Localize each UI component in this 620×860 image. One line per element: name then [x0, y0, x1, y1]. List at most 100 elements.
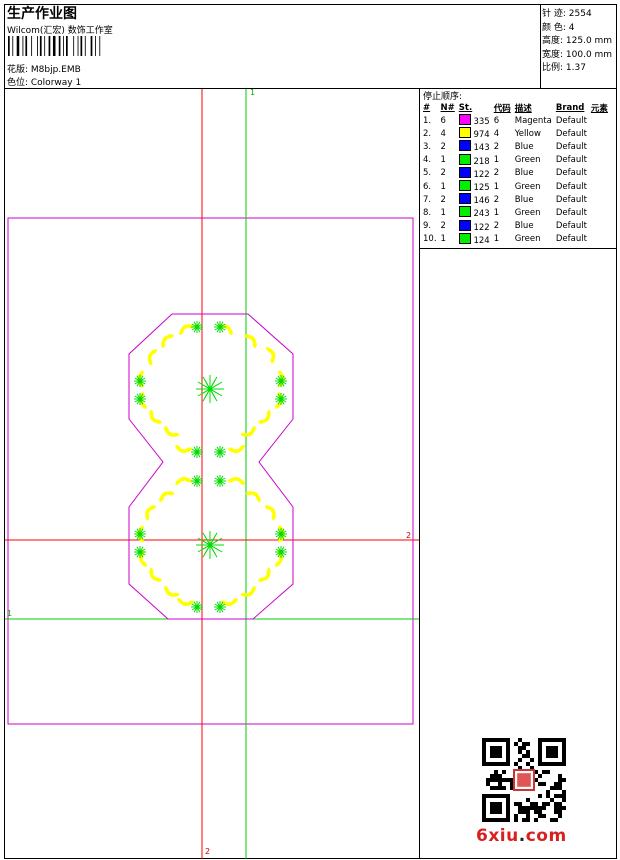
table-cell: 8.: [423, 207, 432, 218]
table-row: 9. 2 122 2 Blue Default: [421, 219, 610, 233]
star-icon: [275, 375, 287, 387]
table-cell: 1: [440, 155, 446, 166]
color-swatch: [458, 232, 471, 244]
stat-label: 颜 色:: [542, 22, 569, 33]
table-cell: Green: [514, 234, 541, 245]
table-cell: Green: [514, 155, 541, 166]
star-icon: [196, 531, 224, 559]
table-cell: 2: [493, 194, 500, 205]
stat-value: 125.0 mm: [565, 36, 613, 46]
stat-value: 100.0 mm: [565, 49, 613, 60]
colorway: 色位: Colorway 1: [7, 78, 82, 88]
table-cell: [589, 154, 610, 167]
star-icon: [191, 475, 203, 487]
table-cell: Default: [555, 194, 587, 205]
star-stitches: [134, 321, 287, 613]
leaf-icon: [149, 567, 162, 582]
color-swatch: [458, 180, 471, 192]
table-cell: 6: [493, 115, 500, 126]
table-cell: Default: [555, 115, 587, 126]
table-row: 3. 2 143 2 Blue Default: [421, 140, 610, 153]
page-title: 生产作业图: [7, 6, 77, 22]
stat-row: 高度: 125.0 mm: [542, 33, 612, 46]
stat-row: 颜 色: 4: [542, 20, 575, 33]
table-cell: Blue: [514, 168, 534, 179]
barcode: [8, 36, 101, 56]
table-cell: Default: [555, 207, 587, 218]
column-header: #: [423, 102, 431, 113]
color-swatch: [458, 153, 471, 165]
leaf-icon: [258, 409, 271, 424]
table-cell: 2: [440, 221, 446, 232]
star-icon: [214, 475, 226, 487]
table-cell: Default: [555, 168, 587, 179]
table-cell: 1: [493, 181, 500, 192]
color-cell: 125: [457, 180, 492, 193]
table-cell: 2: [493, 168, 500, 179]
star-icon: [275, 528, 287, 540]
table-cell: 4: [440, 128, 446, 139]
table-cell: [589, 206, 610, 219]
color-swatch: [458, 193, 471, 205]
table-cell: 1: [440, 181, 446, 192]
table-cell: 6.: [423, 181, 432, 192]
table-cell: 2: [440, 194, 446, 205]
table-cell: Magenta: [514, 115, 552, 126]
table-row: 6. 1 125 1 Green Default: [421, 180, 610, 193]
table-row: 5. 2 122 2 Blue Default: [421, 166, 610, 180]
table-cell: 5.: [423, 168, 432, 179]
column-header: St.: [458, 102, 473, 113]
leaf-icon: [244, 334, 257, 349]
leaf-icon: [265, 505, 276, 521]
color-cell: 146: [457, 193, 492, 206]
color-cell: 974: [457, 127, 492, 140]
table-cell: 4.: [423, 155, 432, 166]
axis-label-left: 1: [7, 609, 13, 618]
leaf-icon: [159, 491, 175, 502]
table-row: 8. 1 243 1 Green Default: [421, 206, 610, 219]
table-cell: [589, 193, 610, 206]
stat-value: 1.37: [565, 63, 586, 73]
star-icon: [214, 321, 226, 333]
seal-icon: [517, 773, 531, 787]
table-cell: 7.: [423, 194, 432, 205]
color-swatch: [458, 114, 471, 126]
table-row: 10. 1 124 1 Green Default: [421, 232, 610, 246]
stat-row: 比例: 1.37: [542, 60, 586, 73]
table-cell: [589, 233, 610, 246]
star-icon: [196, 375, 224, 403]
design-canvas: [5, 89, 419, 859]
table-cell: Default: [555, 155, 587, 166]
table-cell: 3.: [423, 141, 432, 152]
column-header: N#: [440, 102, 455, 113]
table-cell: 6: [440, 115, 446, 126]
color-cell: 122: [457, 166, 492, 180]
table-cell: Green: [514, 181, 541, 192]
site-logo: 6xiu.com: [476, 826, 567, 846]
table-cell: Blue: [514, 221, 534, 232]
star-icon: [134, 528, 146, 540]
table-cell: 1: [493, 207, 500, 218]
table-cell: 10.: [423, 234, 437, 245]
stat-row: 针 迹: 2554: [542, 6, 592, 19]
table-row: 4. 1 218 1 Green Default: [421, 153, 610, 167]
stats-divider: [540, 4, 541, 88]
table-cell: Blue: [514, 194, 534, 205]
table-cell: 2.: [423, 128, 432, 139]
column-header: 元素: [590, 103, 608, 114]
leaf-icon: [245, 491, 261, 502]
stat-label: 宽度:: [542, 49, 566, 60]
company-name: Wilcom(汇宏) 数饰工作室: [7, 26, 113, 36]
color-swatch: [458, 127, 471, 139]
table-cell: 1.: [423, 115, 432, 126]
table-cell: Default: [555, 221, 587, 232]
stat-label: 比例:: [542, 63, 566, 73]
leaf-icon: [228, 444, 245, 454]
leaf-icon: [161, 334, 174, 349]
axis-label-top: 1: [250, 88, 256, 97]
table-cell: Green: [514, 207, 541, 218]
leaf-icon: [175, 476, 192, 486]
star-icon: [134, 546, 146, 558]
table-cell: 1: [440, 234, 446, 245]
table-cell: [589, 114, 610, 127]
